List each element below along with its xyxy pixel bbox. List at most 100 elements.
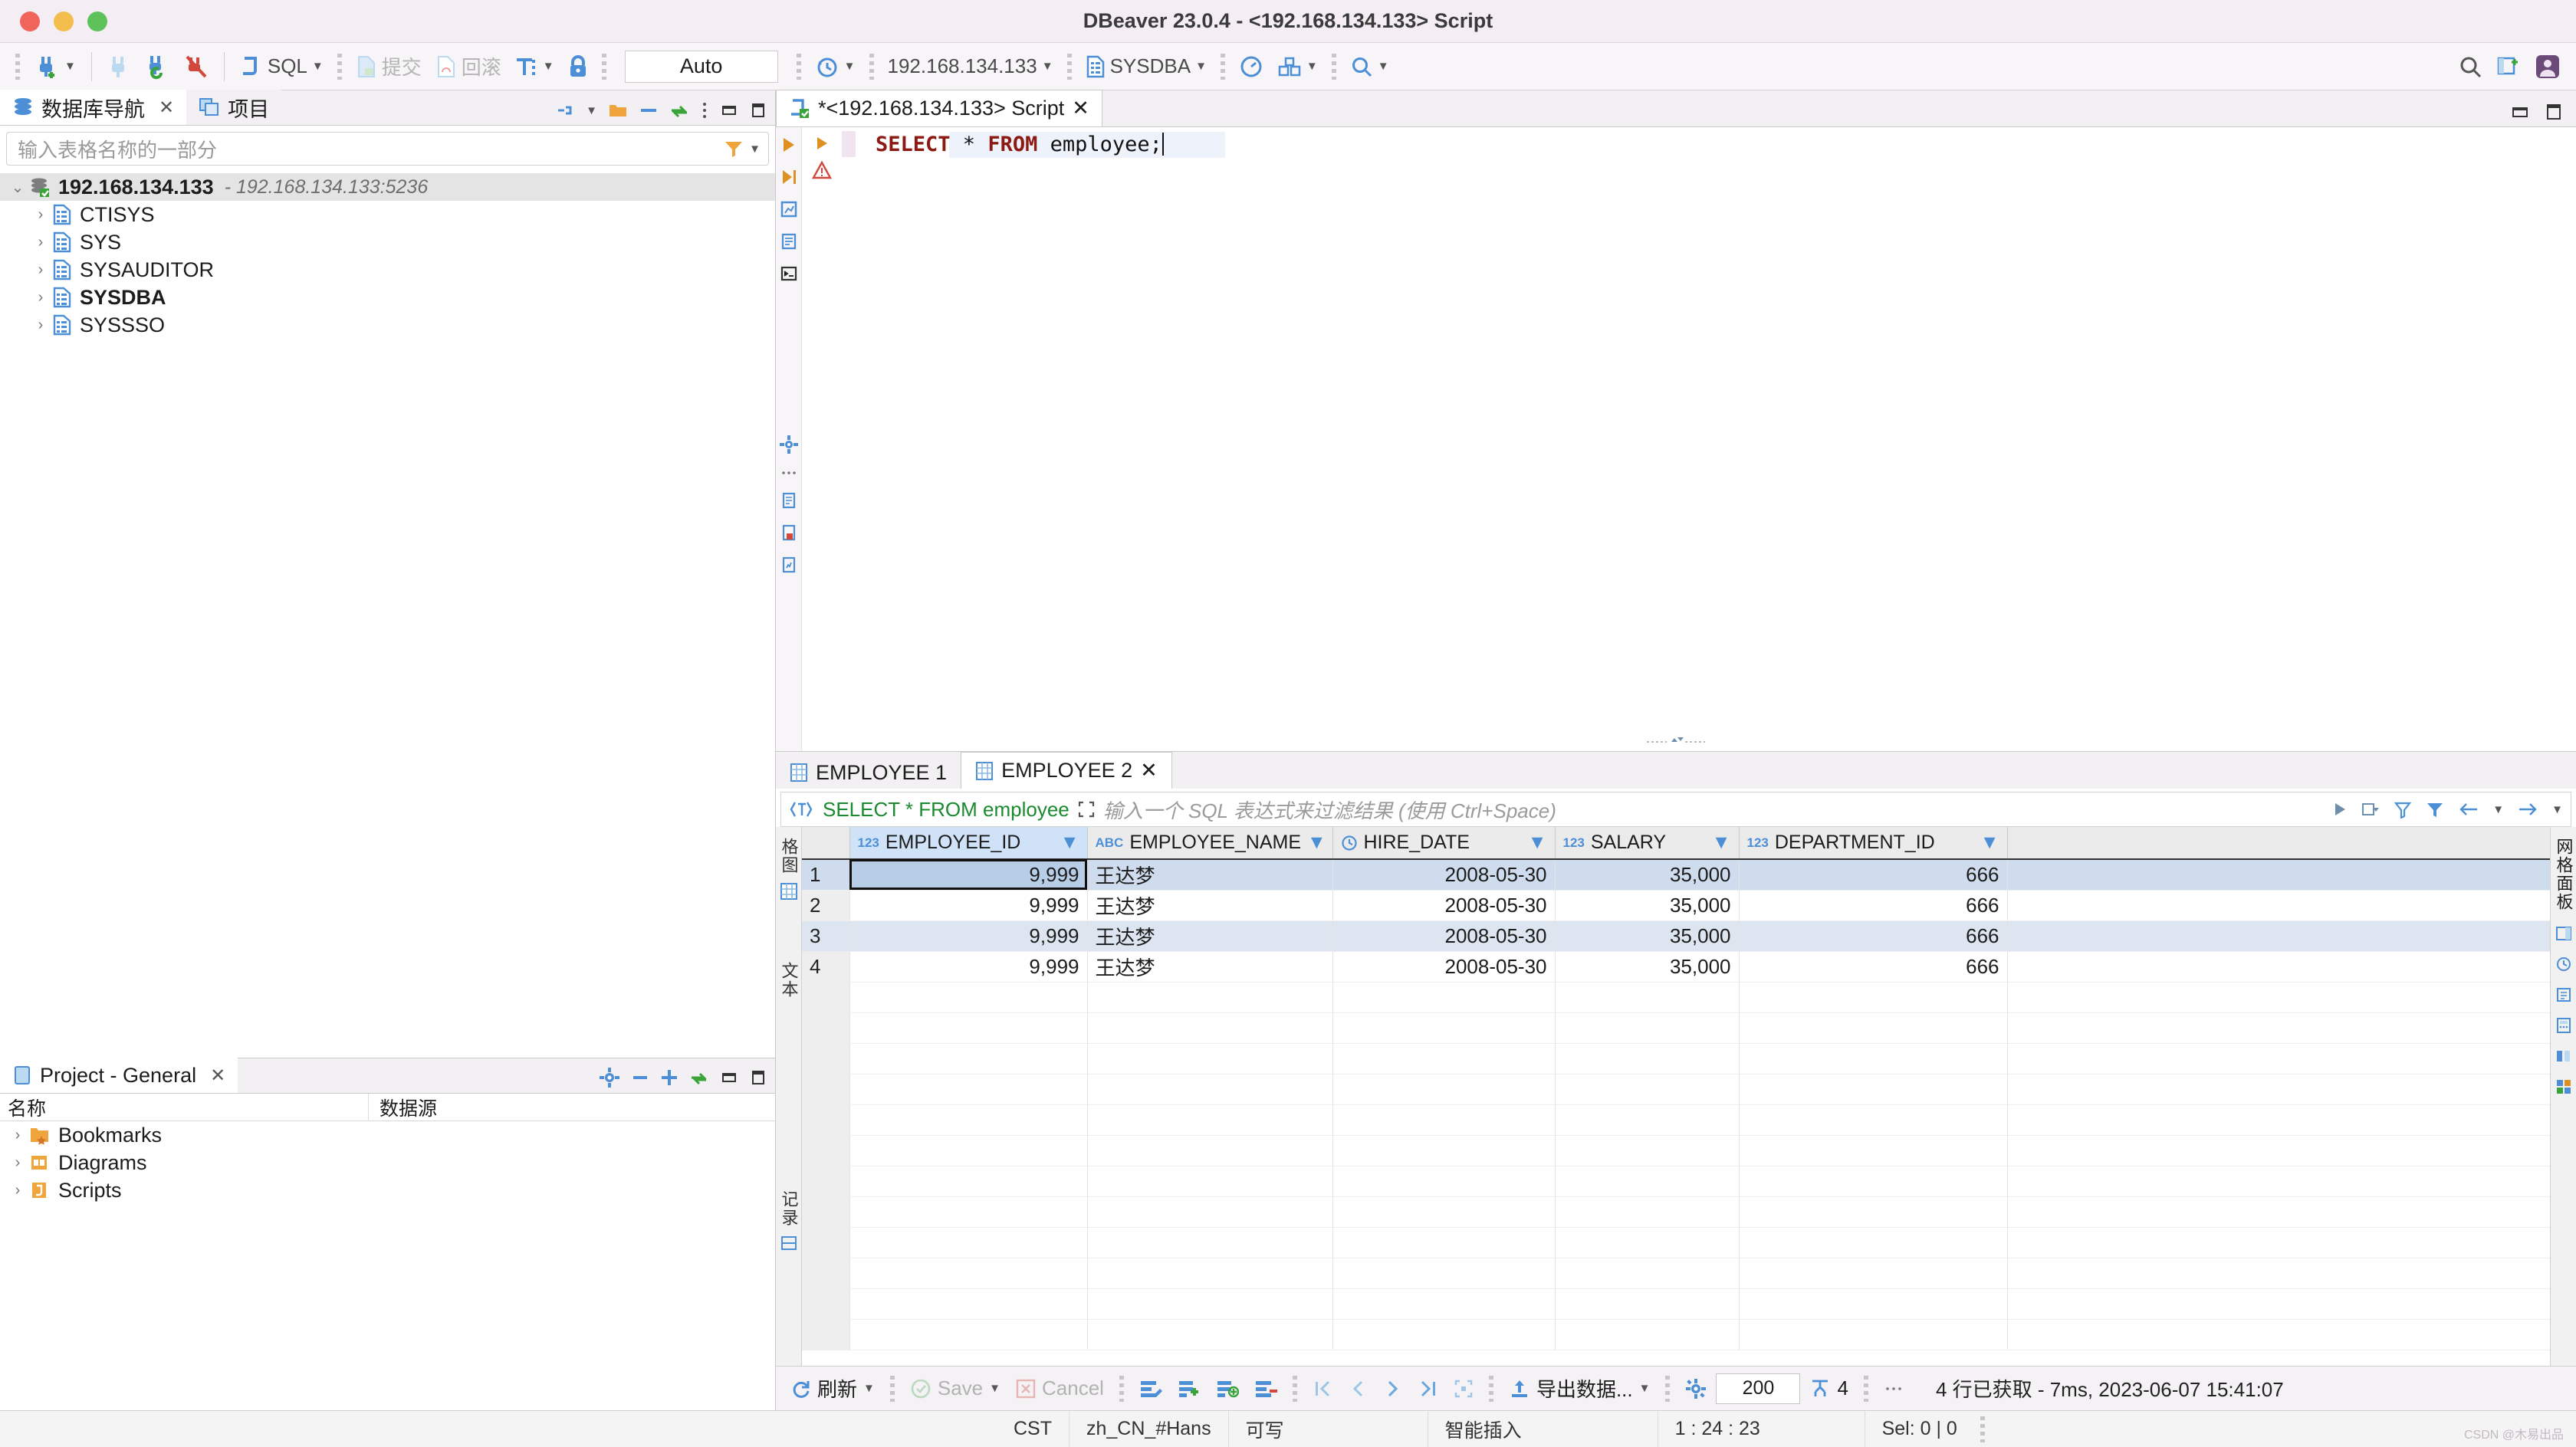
fetch-settings-button[interactable] <box>1679 1378 1713 1399</box>
cell-department-id[interactable]: 666 <box>1739 920 2007 951</box>
chevron-down-icon[interactable]: ▼ <box>1980 832 1999 854</box>
results-table[interactable]: 123 EMPLOYEE_ID ▼ ABC EMPLOYEE_NAME ▼ <box>802 827 2550 1350</box>
menu-icon[interactable] <box>700 100 709 120</box>
fit-button[interactable] <box>1447 1379 1480 1399</box>
sql-text-icon[interactable] <box>789 799 815 819</box>
panel-resize-grabber[interactable] <box>1645 733 1707 746</box>
cell-employee-id[interactable]: 9,999 <box>849 951 1087 982</box>
save-button[interactable]: Save ▼ <box>904 1376 1007 1400</box>
tab-database-navigator[interactable]: 数据库导航 ✕ <box>0 90 186 125</box>
disconnect-all-button[interactable] <box>178 46 215 87</box>
sql-text-area[interactable]: SELECT * FROM employee; <box>842 127 2576 751</box>
refresh-button[interactable]: 刷新 ▼ <box>784 1374 881 1403</box>
results-filter-query[interactable]: SELECT * FROM employee <box>823 798 1070 822</box>
chevron-down-icon[interactable]: ⌄ <box>6 178 29 197</box>
schema-select[interactable]: SYSDBA ▼ <box>1079 46 1213 87</box>
global-search-button[interactable] <box>2452 46 2489 87</box>
minimize-icon[interactable] <box>2510 103 2530 120</box>
column-header-department-id[interactable]: 123 DEPARTMENT_ID ▼ <box>1739 827 2007 859</box>
lock-button[interactable] <box>562 46 594 87</box>
chevron-down-icon[interactable]: ▼ <box>1307 832 1326 854</box>
results-right-strip[interactable]: 网格面板 <box>2550 827 2576 1366</box>
more-button[interactable] <box>1878 1385 1910 1393</box>
cell-salary[interactable]: 35,000 <box>1555 920 1739 951</box>
column-header-datasource[interactable]: 数据源 <box>368 1094 567 1121</box>
cancel-button[interactable]: Cancel <box>1010 1376 1110 1400</box>
expand-icon[interactable] <box>1077 800 1096 819</box>
chevron-right-icon[interactable]: › <box>29 317 52 334</box>
project-row-scripts[interactable]: › Scripts <box>0 1176 775 1204</box>
chevron-right-icon[interactable]: › <box>29 206 52 224</box>
minimize-icon[interactable] <box>720 1069 738 1086</box>
cell-employee-name[interactable]: 王达梦 <box>1087 951 1332 982</box>
cell-employee-id[interactable]: 9,999 <box>849 920 1087 951</box>
chevron-right-icon[interactable]: › <box>29 261 52 279</box>
link-icon[interactable] <box>555 101 575 120</box>
disconnect-button[interactable] <box>101 46 136 87</box>
dots-icon[interactable] <box>780 469 797 477</box>
editor-gutter[interactable] <box>802 127 842 751</box>
minus-icon[interactable] <box>631 1069 649 1086</box>
table-body[interactable]: 1 9,999 王达梦 2008-05-30 35,000 666 2 9,99… <box>802 859 2550 1350</box>
fetched-rows-indicator[interactable]: 4 <box>1803 1376 1854 1400</box>
chevron-right-icon[interactable]: › <box>6 1182 29 1199</box>
console-icon[interactable] <box>780 265 797 282</box>
filter-icons[interactable]: ▼ <box>723 139 761 159</box>
export-error-icon[interactable] <box>780 524 797 541</box>
column-header-hire-date[interactable]: HIRE_DATE ▼ <box>1332 827 1555 859</box>
close-icon[interactable]: ✕ <box>210 1065 225 1087</box>
tree-item-sysdba[interactable]: › SYSDBA <box>0 284 775 311</box>
last-page-button[interactable] <box>1412 1379 1444 1399</box>
tab-employee-2[interactable]: EMPLOYEE 2 ✕ <box>961 752 1172 789</box>
cell-department-id[interactable]: 666 <box>1739 890 2007 920</box>
project-view-tools[interactable] <box>599 1067 767 1088</box>
row-number[interactable]: 2 <box>802 890 849 920</box>
collapse-all-icon[interactable] <box>639 102 659 119</box>
cell-employee-id[interactable]: 9,999 <box>849 859 1087 890</box>
sync-icon[interactable] <box>669 102 689 119</box>
row-number[interactable]: 1 <box>802 859 849 890</box>
tab-projects[interactable]: 项目 <box>186 90 281 125</box>
empty-row[interactable] <box>802 1288 2550 1319</box>
cell-hire-date[interactable]: 2008-05-30 <box>1332 890 1555 920</box>
chevron-down-icon[interactable]: ▼ <box>863 1382 875 1395</box>
database-tree[interactable]: ⌄ 192.168.134.133 - 192.168.134.133:5236… <box>0 172 775 1058</box>
column-header-salary[interactable]: 123 SALARY ▼ <box>1555 827 1739 859</box>
empty-row[interactable] <box>802 1258 2550 1288</box>
table-row[interactable]: 1 9,999 王达梦 2008-05-30 35,000 666 <box>802 859 2550 890</box>
dashboard-button[interactable] <box>1233 46 1270 87</box>
tab-sql-script[interactable]: *<192.168.134.133> Script ✕ <box>776 90 1102 126</box>
close-icon[interactable]: ✕ <box>1072 97 1089 120</box>
project-row-diagrams[interactable]: › Diagrams <box>0 1149 775 1176</box>
add-row-button[interactable] <box>1171 1379 1207 1399</box>
panel-icon[interactable] <box>2555 925 2572 942</box>
script-icon[interactable] <box>780 233 797 250</box>
cell-hire-date[interactable]: 2008-05-30 <box>1332 920 1555 951</box>
navigator-view-tools[interactable]: ▼ <box>555 100 767 120</box>
chevron-right-icon[interactable]: › <box>29 289 52 307</box>
chevron-right-icon[interactable]: › <box>6 1154 29 1172</box>
results-filter-tools[interactable]: ▼ ▼ <box>2331 800 2563 819</box>
first-page-button[interactable] <box>1306 1379 1339 1399</box>
cell-salary[interactable]: 35,000 <box>1555 951 1739 982</box>
table-row[interactable]: 4 9,999 王达梦 2008-05-30 35,000 666 <box>802 951 2550 982</box>
next-page-button[interactable] <box>1377 1379 1409 1399</box>
chevron-down-icon[interactable]: ▼ <box>749 143 761 156</box>
calendar-icon[interactable] <box>2555 956 2572 973</box>
empty-row[interactable] <box>802 1319 2550 1350</box>
cell-employee-name[interactable]: 王达梦 <box>1087 920 1332 951</box>
tree-item-sysauditor[interactable]: › SYSAUDITOR <box>0 256 775 284</box>
export-icon[interactable] <box>780 492 797 509</box>
chevron-down-icon[interactable]: ▼ <box>1306 60 1318 73</box>
empty-row[interactable] <box>802 1012 2550 1043</box>
gear-icon[interactable] <box>599 1067 620 1088</box>
window-controls[interactable] <box>20 11 107 31</box>
minimize-icon[interactable] <box>720 102 738 119</box>
maximize-icon[interactable] <box>749 102 767 119</box>
history-dropdown-icon[interactable] <box>2361 801 2380 818</box>
close-icon[interactable]: ✕ <box>1140 759 1158 783</box>
cell-salary[interactable]: 35,000 <box>1555 859 1739 890</box>
link-arrow-icon[interactable] <box>689 1069 709 1086</box>
chevron-down-icon[interactable]: ▼ <box>543 60 554 73</box>
chevron-down-icon[interactable]: ▼ <box>1060 832 1079 854</box>
